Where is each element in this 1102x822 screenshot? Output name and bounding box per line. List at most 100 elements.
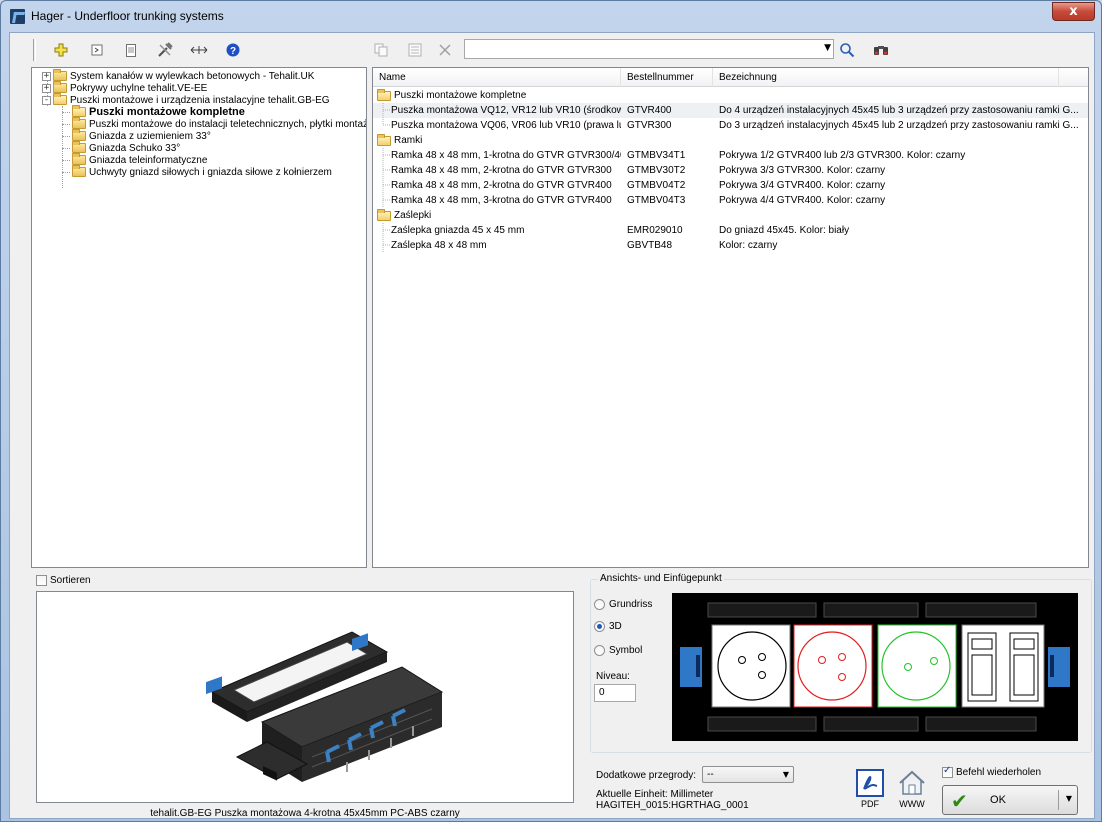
tree-guide bbox=[62, 112, 70, 113]
folder-icon bbox=[72, 165, 86, 177]
checkbox-box[interactable] bbox=[942, 765, 953, 778]
dimension-icon[interactable] bbox=[190, 41, 208, 59]
tree-item-label: System kanałów w wylewkach betonowych - … bbox=[70, 70, 315, 82]
cell-order: GTVR300 bbox=[627, 120, 672, 131]
symbol-view bbox=[672, 593, 1078, 741]
open-folder-icon bbox=[53, 93, 67, 105]
toolbar: ? ▼ bbox=[10, 33, 1094, 66]
unit-code: HAGITEH_0015:HGRTHAG_0001 bbox=[596, 800, 749, 811]
tree-item-uchwyty[interactable]: Uchwyty gniazd siłowych i gniazda siłowe… bbox=[72, 165, 332, 178]
application-window: Hager - Underfloor trunking systems x ? bbox=[0, 0, 1102, 822]
table-row[interactable]: Ramka 48 x 48 mm, 3-krotna do GTVR GTVR4… bbox=[373, 193, 1088, 208]
help-icon[interactable]: ? bbox=[224, 41, 242, 59]
extra-partitions-select[interactable]: -- ▼ bbox=[702, 766, 794, 783]
www-button[interactable]: WWW bbox=[896, 769, 928, 809]
client-area: ? ▼ + System kanałów w wylewkach betonow… bbox=[9, 32, 1095, 819]
list-header: Name Bestellnummer Bezeichnung bbox=[373, 68, 1088, 87]
folder-icon bbox=[53, 81, 67, 93]
table-row[interactable]: Ramka 48 x 48 mm, 2-krotna do GTVR GTVR4… bbox=[373, 178, 1088, 193]
cell-desc: Do gniazd 45x45. Kolor: biały bbox=[719, 225, 850, 236]
search-combobox[interactable]: ▼ bbox=[464, 39, 834, 59]
group-row[interactable]: Puszki montażowe kompletne bbox=[373, 88, 1088, 103]
tree-item-pokrywy[interactable]: + Pokrywy uchylne tehalit.VE-EE bbox=[42, 81, 207, 94]
tree-guide bbox=[62, 124, 70, 125]
folder-icon bbox=[72, 129, 86, 141]
radio-label: 3D bbox=[609, 621, 622, 632]
ok-label: OK bbox=[990, 794, 1006, 806]
niveau-label: Niveau: bbox=[596, 671, 630, 682]
pdf-button[interactable]: PDF bbox=[856, 769, 884, 809]
toolbar-grip[interactable] bbox=[33, 39, 36, 61]
expand-icon[interactable]: + bbox=[42, 83, 51, 93]
tree-item-label: Puszki montażowe kompletne bbox=[89, 106, 245, 118]
collapse-tree-icon[interactable]: - bbox=[42, 95, 51, 105]
cell-desc: Kolor: czarny bbox=[719, 240, 778, 251]
radio-3d[interactable]: 3D bbox=[594, 621, 622, 632]
close-button[interactable]: x bbox=[1052, 2, 1095, 21]
unit-info: Aktuelle Einheit: Millimeter HAGITEH_001… bbox=[596, 789, 749, 811]
niveau-input[interactable]: 0 bbox=[594, 684, 636, 702]
folder-icon bbox=[72, 141, 86, 153]
table-row[interactable]: Ramka 48 x 48 mm, 2-krotna do GTVR GTVR3… bbox=[373, 163, 1088, 178]
table-row[interactable]: Puszka montażowa VQ06, VR06 lub VR10 (pr… bbox=[373, 118, 1088, 133]
radio-grundriss[interactable]: Grundriss bbox=[594, 599, 652, 610]
ok-button[interactable]: ✔ OK ▼ bbox=[942, 785, 1078, 815]
cell-name: Ramka 48 x 48 mm, 1-krotna do GTVR GTVR3… bbox=[391, 150, 621, 161]
tree-item-puszki-gb-eg[interactable]: - Puszki montażowe i urządzenia instalac… bbox=[42, 93, 330, 106]
select-value: -- bbox=[707, 769, 714, 780]
sortieren-checkbox[interactable]: Sortieren bbox=[36, 575, 91, 586]
table-row[interactable]: Zaślepka 48 x 48 mm GBVTB48 Kolor: czarn… bbox=[373, 238, 1088, 253]
group-label: Puszki montażowe kompletne bbox=[394, 90, 527, 101]
tree-item-system-kanalow[interactable]: + System kanałów w wylewkach betonowych … bbox=[42, 69, 315, 82]
radio-button[interactable] bbox=[594, 621, 605, 632]
radio-button[interactable] bbox=[594, 645, 605, 656]
tree-item-gniazda-schuko[interactable]: Gniazda Schuko 33° bbox=[72, 141, 181, 154]
folder-icon bbox=[72, 117, 86, 129]
search-input[interactable] bbox=[465, 40, 815, 58]
group-label: Ramki bbox=[394, 135, 423, 146]
product-list[interactable]: Name Bestellnummer Bezeichnung Puszki mo… bbox=[372, 67, 1089, 568]
chevron-down-icon[interactable]: ▼ bbox=[824, 43, 831, 53]
expand-icon[interactable]: + bbox=[42, 71, 51, 81]
group-row[interactable]: Ramki bbox=[373, 133, 1088, 148]
plus-icon[interactable] bbox=[52, 41, 70, 59]
repeat-command-checkbox[interactable]: Befehl wiederholen bbox=[942, 765, 1042, 778]
chevron-down-icon[interactable]: ▼ bbox=[783, 767, 789, 782]
list-tree-guides bbox=[382, 103, 391, 253]
category-tree[interactable]: + System kanałów w wylewkach betonowych … bbox=[31, 67, 367, 568]
tree-item-gniazda-tele[interactable]: Gniazda teleinformatyczne bbox=[72, 153, 207, 166]
tree-item-puszki-kompletne[interactable]: Puszki montażowe kompletne bbox=[72, 105, 245, 118]
tree-item-label: Gniazda Schuko 33° bbox=[89, 142, 181, 154]
open-folder-icon bbox=[377, 88, 391, 101]
cell-name: Zaślepka gniazda 45 x 45 mm bbox=[391, 225, 525, 236]
tree-guide bbox=[62, 172, 70, 173]
search-icon[interactable] bbox=[838, 41, 856, 59]
list-icon[interactable] bbox=[406, 41, 424, 59]
radio-symbol[interactable]: Symbol bbox=[594, 645, 642, 656]
tree-item-gniazda-uziemienie[interactable]: Gniazda z uziemieniem 33° bbox=[72, 129, 211, 142]
collapse-icon[interactable] bbox=[88, 41, 106, 59]
binoculars-icon[interactable] bbox=[872, 41, 890, 59]
tree-item-puszki-teletechniczne[interactable]: Puszki montażowe do instalacji teletechn… bbox=[72, 117, 367, 130]
tree-item-label: Puszki montażowe do instalacji teletechn… bbox=[89, 118, 367, 130]
table-row[interactable]: Zaślepka gniazda 45 x 45 mm EMR029010 Do… bbox=[373, 223, 1088, 238]
sortieren-label: Sortieren bbox=[50, 575, 91, 586]
column-header-bezeichnung[interactable]: Bezeichnung bbox=[713, 68, 1059, 87]
repeat-label: Befehl wiederholen bbox=[956, 767, 1042, 778]
column-header-name[interactable]: Name bbox=[373, 68, 621, 87]
table-row[interactable]: Puszka montażowa VQ12, VR12 lub VR10 (śr… bbox=[373, 103, 1088, 118]
copy-icon[interactable] bbox=[372, 41, 390, 59]
cell-name: Ramka 48 x 48 mm, 2-krotna do GTVR GTVR4… bbox=[391, 180, 612, 191]
checkbox-box[interactable] bbox=[36, 575, 47, 586]
table-row[interactable]: Ramka 48 x 48 mm, 1-krotna do GTVR GTVR3… bbox=[373, 148, 1088, 163]
column-header-bestellnummer[interactable]: Bestellnummer bbox=[621, 68, 713, 87]
chevron-down-icon[interactable]: ▼ bbox=[1066, 794, 1072, 803]
cell-order: GTVR400 bbox=[627, 105, 672, 116]
group-row[interactable]: Zaślepki bbox=[373, 208, 1088, 223]
group-title: Ansichts- und Einfügepunkt bbox=[598, 573, 724, 584]
close-x-icon[interactable] bbox=[436, 41, 454, 59]
cell-name: Puszka montażowa VQ12, VR12 lub VR10 (śr… bbox=[391, 105, 621, 116]
radio-button[interactable] bbox=[594, 599, 605, 610]
tools-icon[interactable] bbox=[156, 41, 174, 59]
page-icon[interactable] bbox=[122, 41, 140, 59]
